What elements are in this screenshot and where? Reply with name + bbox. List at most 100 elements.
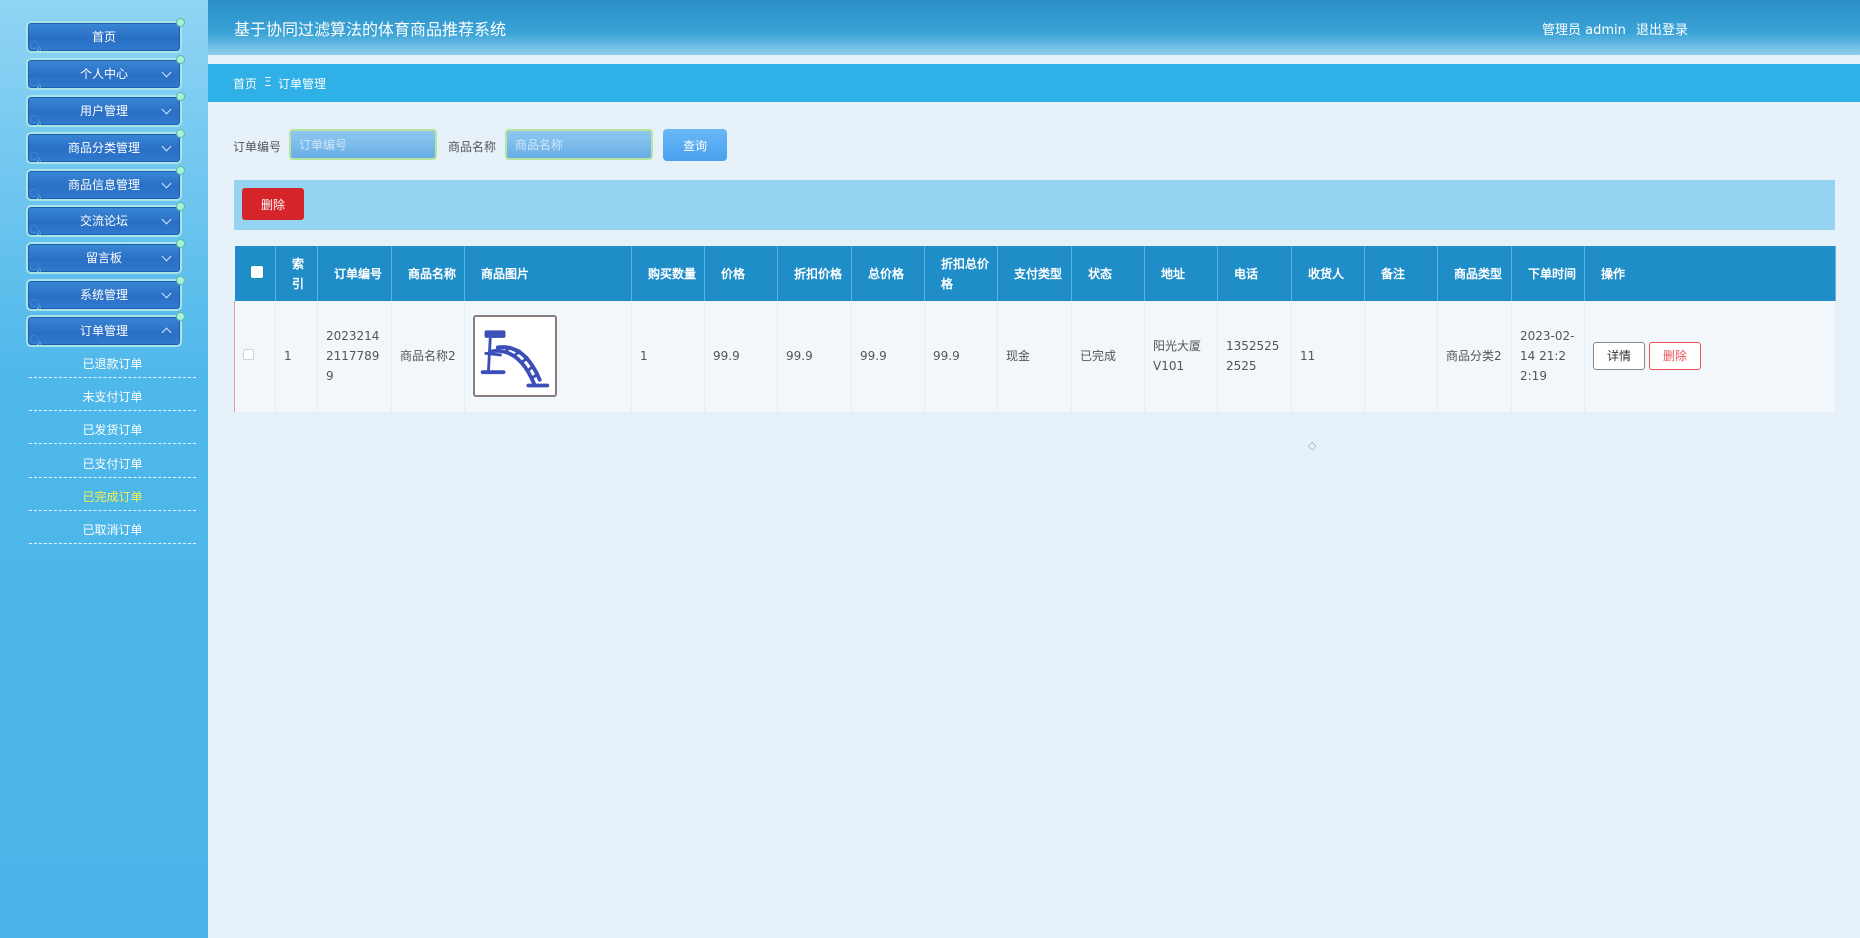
chevron-down-icon (161, 288, 172, 299)
cell-phone: 13525252525 (1217, 301, 1292, 413)
ornament-icon: ೃ (30, 297, 41, 310)
cell-order-no: 202321421177899 (317, 301, 392, 413)
detail-button[interactable]: 详情 (1593, 342, 1645, 371)
query-button[interactable]: 查询 (663, 129, 727, 161)
checkbox-icon (243, 349, 254, 361)
cell-status: 已完成 (1071, 301, 1145, 413)
ornament-dot-icon (176, 92, 185, 101)
menu-order-management[interactable]: 订单管理 ೃ (26, 312, 185, 347)
sub-label: 未支付订单 (82, 390, 143, 404)
col-remark: 备注 (1364, 246, 1438, 301)
cell-discount-price: 99.9 (777, 301, 852, 413)
col-consignee: 收货人 (1291, 246, 1365, 301)
cell-operation: 详情 删除 (1584, 301, 1836, 413)
breadcrumb: 首页 Ξ 订单管理 (208, 64, 1860, 102)
col-phone: 电话 (1217, 246, 1292, 301)
menu-system-management[interactable]: 系统管理 ೃ (26, 276, 185, 311)
row-delete-button[interactable]: 删除 (1649, 342, 1701, 371)
cell-product-name: 商品名称2 (391, 301, 465, 413)
row-checkbox[interactable] (234, 301, 276, 413)
sub-label: 已支付订单 (82, 457, 143, 471)
product-name-label: 商品名称 (448, 140, 497, 154)
sub-unpaid-orders[interactable]: 未支付订单 (29, 385, 196, 411)
col-category: 商品类型 (1437, 246, 1512, 301)
col-pay-type: 支付类型 (997, 246, 1072, 301)
menu-home[interactable]: 首页 ೃ (26, 18, 185, 53)
col-index: 索引 (275, 246, 318, 301)
sidebar: 首页 ೃ 个人中心 ೃ 用户管理 ೃ 商品分类管理 ೃ 商品信息管理 ೃ 交流论… (0, 0, 208, 938)
cell-address: 阳光大厦V101 (1144, 301, 1218, 413)
chevron-down-icon (161, 141, 172, 152)
checkbox-icon (250, 265, 263, 278)
select-all-checkbox[interactable] (234, 246, 276, 301)
orders-table: 索引 订单编号 商品名称 商品图片 购买数量 价格 折扣价格 总价格 折扣总价格… (234, 246, 1836, 413)
chevron-up-icon (161, 327, 172, 338)
breadcrumb-home[interactable]: 首页 (233, 75, 257, 92)
menu-label: 系统管理 (79, 288, 128, 302)
menu-label: 首页 (91, 30, 116, 44)
user-info: 管理员 admin (1542, 23, 1626, 38)
menu-label: 商品信息管理 (67, 178, 140, 192)
ornament-dot-icon (176, 312, 185, 321)
ornament-dot-icon (176, 276, 185, 285)
cell-discount-total: 99.9 (924, 301, 998, 413)
breadcrumb-current: 订单管理 (278, 77, 327, 91)
menu-personal-center[interactable]: 个人中心 ೃ (26, 55, 185, 90)
sub-label: 已取消订单 (82, 523, 143, 537)
menu-product-management[interactable]: 商品信息管理 ೃ (26, 166, 185, 201)
menu-user-management[interactable]: 用户管理 ೃ (26, 92, 185, 127)
cell-total-price: 99.9 (851, 301, 925, 413)
batch-delete-button[interactable]: 删除 (242, 188, 304, 220)
sub-cancelled-orders[interactable]: 已取消订单 (29, 518, 196, 544)
ornament-icon: ೃ (30, 39, 41, 52)
menu-forum[interactable]: 交流论坛 ೃ (26, 202, 185, 237)
col-status: 状态 (1071, 246, 1145, 301)
menu-message-board[interactable]: 留言板 ೃ (26, 239, 185, 274)
order-number-label: 订单编号 (233, 140, 282, 154)
sub-completed-orders[interactable]: 已完成订单 (29, 485, 196, 511)
ornament-dot-icon (176, 166, 185, 175)
sub-label: 已完成订单 (82, 490, 143, 504)
menu-label: 订单管理 (79, 324, 128, 338)
menu-category-management[interactable]: 商品分类管理 ೃ (26, 129, 185, 164)
col-product-name: 商品名称 (391, 246, 465, 301)
action-bar: 删除 (234, 180, 1835, 230)
ornament-dot-icon (176, 202, 185, 211)
ornament-icon: ೃ (30, 333, 41, 346)
cell-price: 99.9 (704, 301, 778, 413)
col-total-price: 总价格 (851, 246, 925, 301)
cell-product-image (464, 301, 632, 413)
sub-paid-orders[interactable]: 已支付订单 (29, 452, 196, 478)
cell-category: 商品分类2 (1437, 301, 1512, 413)
chevron-down-icon (161, 214, 172, 225)
menu-label: 商品分类管理 (67, 141, 140, 155)
col-discount-price: 折扣价格 (777, 246, 852, 301)
ornament-dot-icon (176, 129, 185, 138)
chevron-down-icon (161, 67, 172, 78)
col-quantity: 购买数量 (631, 246, 705, 301)
cell-index: 1 (275, 301, 318, 413)
col-price: 价格 (704, 246, 778, 301)
menu-label: 个人中心 (79, 67, 128, 81)
cell-consignee: 11 (1291, 301, 1365, 413)
order-number-input[interactable] (289, 129, 437, 160)
ornament-icon: ೃ (30, 76, 41, 89)
col-address: 地址 (1144, 246, 1218, 301)
ornament-icon: ೃ (30, 223, 41, 236)
col-discount-total: 折扣总价格 (924, 246, 998, 301)
sub-refunded-orders[interactable]: 已退款订单 (29, 352, 196, 378)
ornament-icon: ೃ (30, 260, 41, 273)
sub-shipped-orders[interactable]: 已发货订单 (29, 418, 196, 444)
ornament-dot-icon (176, 239, 185, 248)
product-name-input[interactable] (505, 129, 653, 160)
col-operation: 操作 (1584, 246, 1836, 301)
ornament-icon: ೃ (30, 150, 41, 163)
app-title: 基于协同过滤算法的体育商品推荐系统 (234, 20, 507, 39)
top-header: 基于协同过滤算法的体育商品推荐系统 管理员 admin 退出登录 (208, 0, 1860, 55)
logout-link[interactable]: 退出登录 (1636, 19, 1688, 38)
breadcrumb-separator-icon: Ξ (264, 75, 272, 89)
col-order-no: 订单编号 (317, 246, 392, 301)
product-image (473, 315, 557, 398)
col-product-image: 商品图片 (464, 246, 632, 301)
sub-label: 已发货订单 (82, 423, 143, 437)
